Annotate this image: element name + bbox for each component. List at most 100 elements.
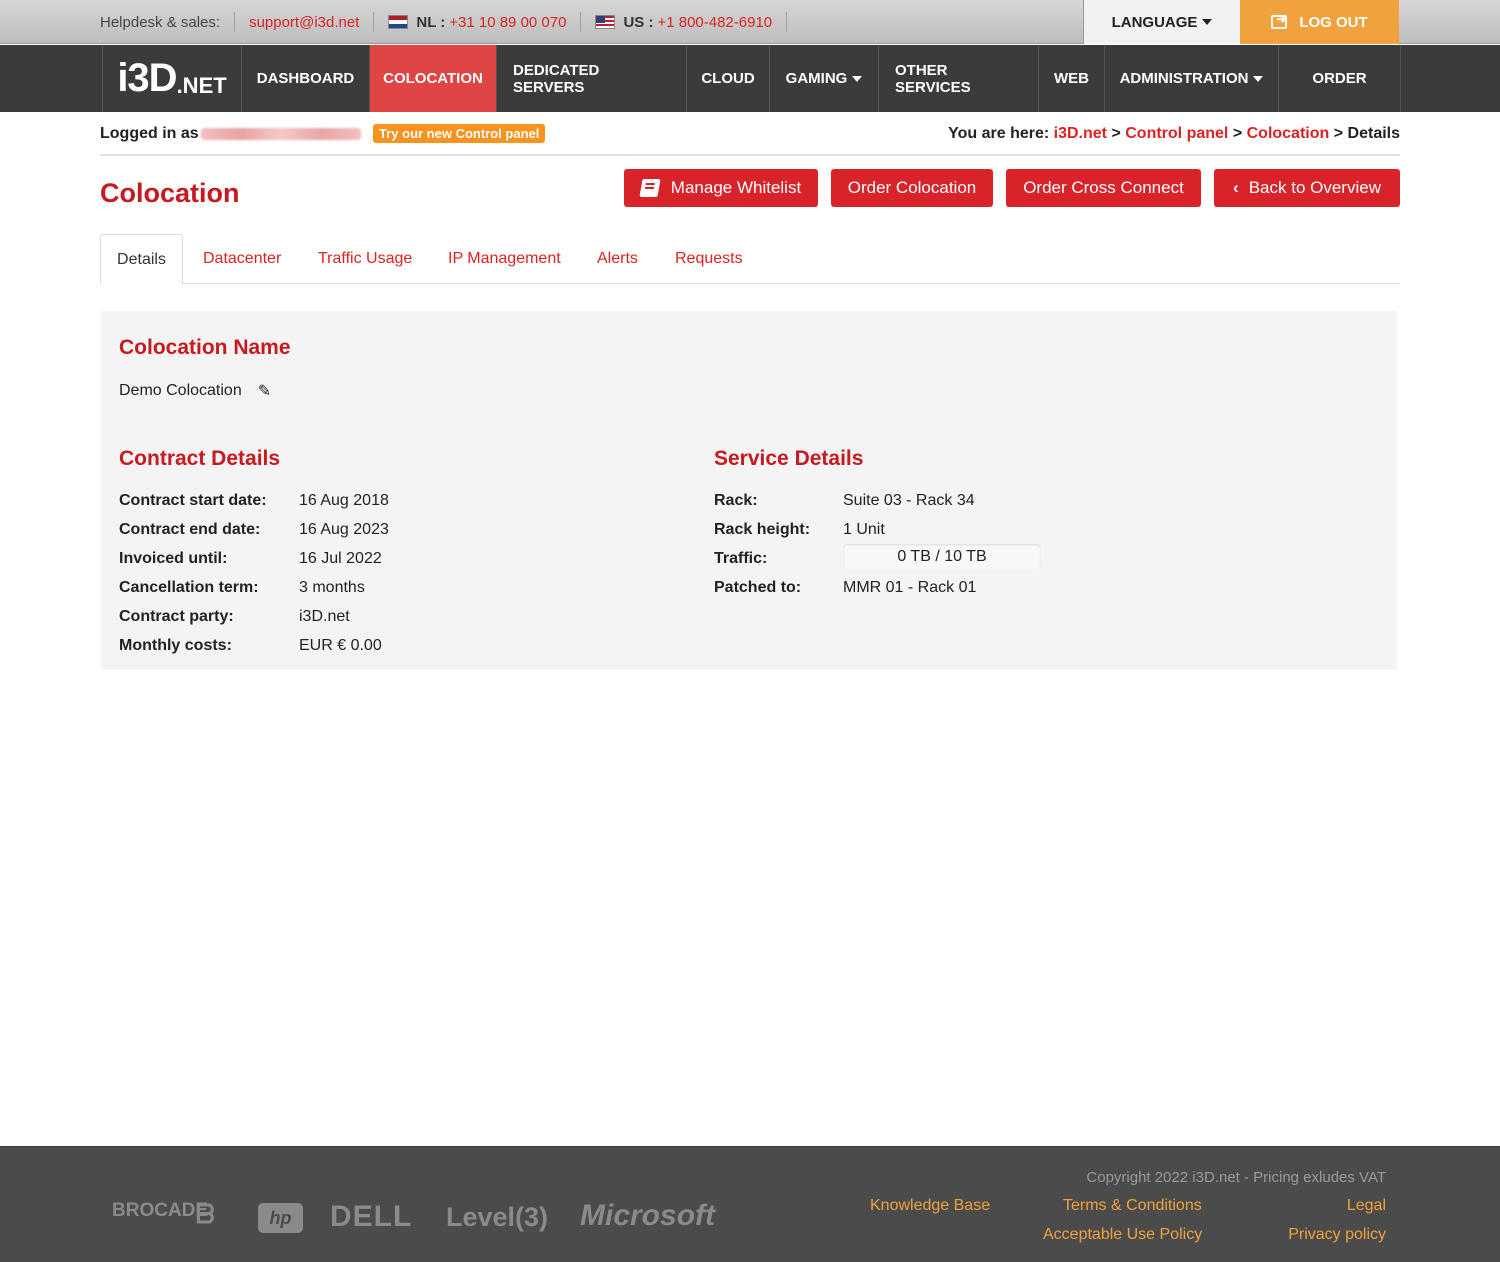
i3d-logo[interactable]: i3D .NET [103,45,242,112]
nav-other-services[interactable]: OTHER SERVICES [879,45,1039,112]
page-title: Colocation [100,178,240,208]
brocade-logo: BROCADE [112,1200,209,1221]
order-cross-connect-button[interactable]: Order Cross Connect [1006,169,1201,207]
contract-value: 16 Aug 2018 [299,492,389,509]
nav-cloud[interactable]: CLOUD [687,45,770,112]
details-panel: Colocation Name Demo Colocation ✎ Contra… [101,311,1397,670]
service-label: Rack height: [714,521,811,538]
nl-phone-link[interactable]: +31 10 89 00 070 [449,14,566,31]
breadcrumb-prefix: You are here: [948,125,1050,142]
nav-administration[interactable]: ADMINISTRATION [1105,45,1279,112]
breadcrumb-current: Details [1347,125,1400,142]
copyright-text: Copyright 2022 i3D.net - Pricing exludes… [1086,1169,1386,1186]
service-value: MMR 01 - Rack 01 [843,579,977,596]
tab-requests[interactable]: Requests [675,234,743,284]
logout-button[interactable]: LOG OUT [1240,0,1399,44]
contract-value: 3 months [299,579,365,596]
divider [580,12,582,32]
nav-gaming[interactable]: GAMING [770,45,879,112]
terms-link[interactable]: Terms & Conditions [1063,1197,1202,1215]
back-to-overview-button[interactable]: ‹ Back to Overview [1214,169,1400,207]
nav-dashboard[interactable]: DASHBOARD [242,45,370,112]
tab-details[interactable]: Details [100,234,183,285]
main-navigation: i3D .NET DASHBOARD COLOCATION DEDICATED … [0,45,1500,112]
logout-label: LOG OUT [1299,13,1368,31]
nav-dedicated-servers[interactable]: DEDICATED SERVERS [497,45,687,112]
order-colocation-button[interactable]: Order Colocation [831,169,993,207]
helpdesk-label: Helpdesk & sales: [100,13,221,31]
nav-web[interactable]: WEB [1039,45,1105,112]
microsoft-logo: Microsoft [580,1199,715,1232]
divider [234,12,236,32]
us-flag-icon [595,15,616,29]
traffic-progress-bar: 0 TB / 10 TB [843,544,1041,570]
colocation-name-value: Demo Colocation [119,382,242,399]
service-value: Suite 03 - Rack 34 [843,492,975,509]
contract-value: 16 Jul 2022 [299,550,382,567]
breadcrumb-sep: > [1333,125,1344,142]
us-label: US : [623,13,654,31]
netherlands-flag-icon [388,15,409,29]
brocade-b-icon: ᗷ [196,1199,215,1229]
language-dropdown[interactable]: LANGUAGE [1083,0,1240,44]
traffic-value: 0 TB / 10 TB [897,548,987,565]
us-phone-link[interactable]: +1 800-482-6910 [657,14,772,31]
logo-suffix: .NET [176,72,227,98]
breadcrumb: You are here: i3D.net > Control panel > … [948,125,1400,143]
tab-ip-management[interactable]: IP Management [448,234,561,284]
nav-gaming-label: GAMING [785,70,848,87]
service-label: Patched to: [714,579,802,596]
acceptable-use-link[interactable]: Acceptable Use Policy [1043,1226,1202,1244]
detail-tabs: Details Datacenter Traffic Usage IP Mana… [100,234,1400,285]
colocation-name-heading: Colocation Name [119,336,291,359]
tab-datacenter[interactable]: Datacenter [203,234,281,284]
caret-down-icon [852,75,863,82]
try-new-panel-badge[interactable]: Try our new Control panel [373,124,546,143]
breadcrumb-colocation[interactable]: Colocation [1247,125,1330,142]
sign-out-icon [1271,12,1288,29]
tab-alerts[interactable]: Alerts [597,234,638,284]
contract-label: Cancellation term: [119,579,259,596]
service-label: Traffic: [714,550,768,567]
divider [786,12,788,32]
service-label: Rack: [714,492,758,509]
support-email-link[interactable]: support@i3d.net [249,14,359,31]
breadcrumb-i3d[interactable]: i3D.net [1054,125,1107,142]
nav-colocation[interactable]: COLOCATION [370,45,497,112]
level3-logo: Level(3) [446,1202,549,1232]
contract-label: Monthly costs: [119,637,232,654]
contract-value: i3D.net [299,608,350,625]
hp-logo: hp [258,1203,303,1233]
footer: BROCADE ᗷ hp DELL Level(3) Microsoft Cop… [0,1146,1500,1262]
username-redacted [200,128,361,140]
caret-down-icon [1253,75,1264,82]
nav-administration-label: ADMINISTRATION [1119,70,1249,87]
legal-link[interactable]: Legal [1347,1197,1386,1215]
tab-traffic-usage[interactable]: Traffic Usage [318,234,412,284]
pencil-icon[interactable]: ✎ [258,381,271,401]
contract-label: Contract start date: [119,492,267,509]
book-icon [639,179,661,197]
service-value: 1 Unit [843,521,885,538]
back-to-overview-label: Back to Overview [1248,178,1381,197]
caret-down-icon [1202,19,1213,25]
logged-in-info: Logged in as [100,125,361,143]
chevron-left-icon: ‹ [1233,178,1239,197]
manage-whitelist-button[interactable]: Manage Whitelist [624,169,818,207]
divider [373,12,375,32]
nl-label: NL : [416,13,446,31]
logged-in-label: Logged in as [100,125,199,142]
nav-order[interactable]: ORDER [1279,45,1401,112]
contract-value: EUR € 0.00 [299,637,382,654]
breadcrumb-sep: > [1232,125,1243,142]
contact-info: Helpdesk & sales: support@i3d.net NL : +… [100,0,801,44]
top-contact-bar: Helpdesk & sales: support@i3d.net NL : +… [0,0,1500,44]
breadcrumb-control-panel[interactable]: Control panel [1125,125,1228,142]
dell-logo: DELL [330,1200,413,1233]
privacy-policy-link[interactable]: Privacy policy [1288,1226,1386,1244]
breadcrumb-sep: > [1111,125,1121,142]
knowledge-base-link[interactable]: Knowledge Base [870,1197,990,1215]
sub-header: Logged in as Try our new Control panel Y… [100,112,1400,156]
contract-label: Contract party: [119,608,234,625]
contract-label: Invoiced until: [119,550,228,567]
